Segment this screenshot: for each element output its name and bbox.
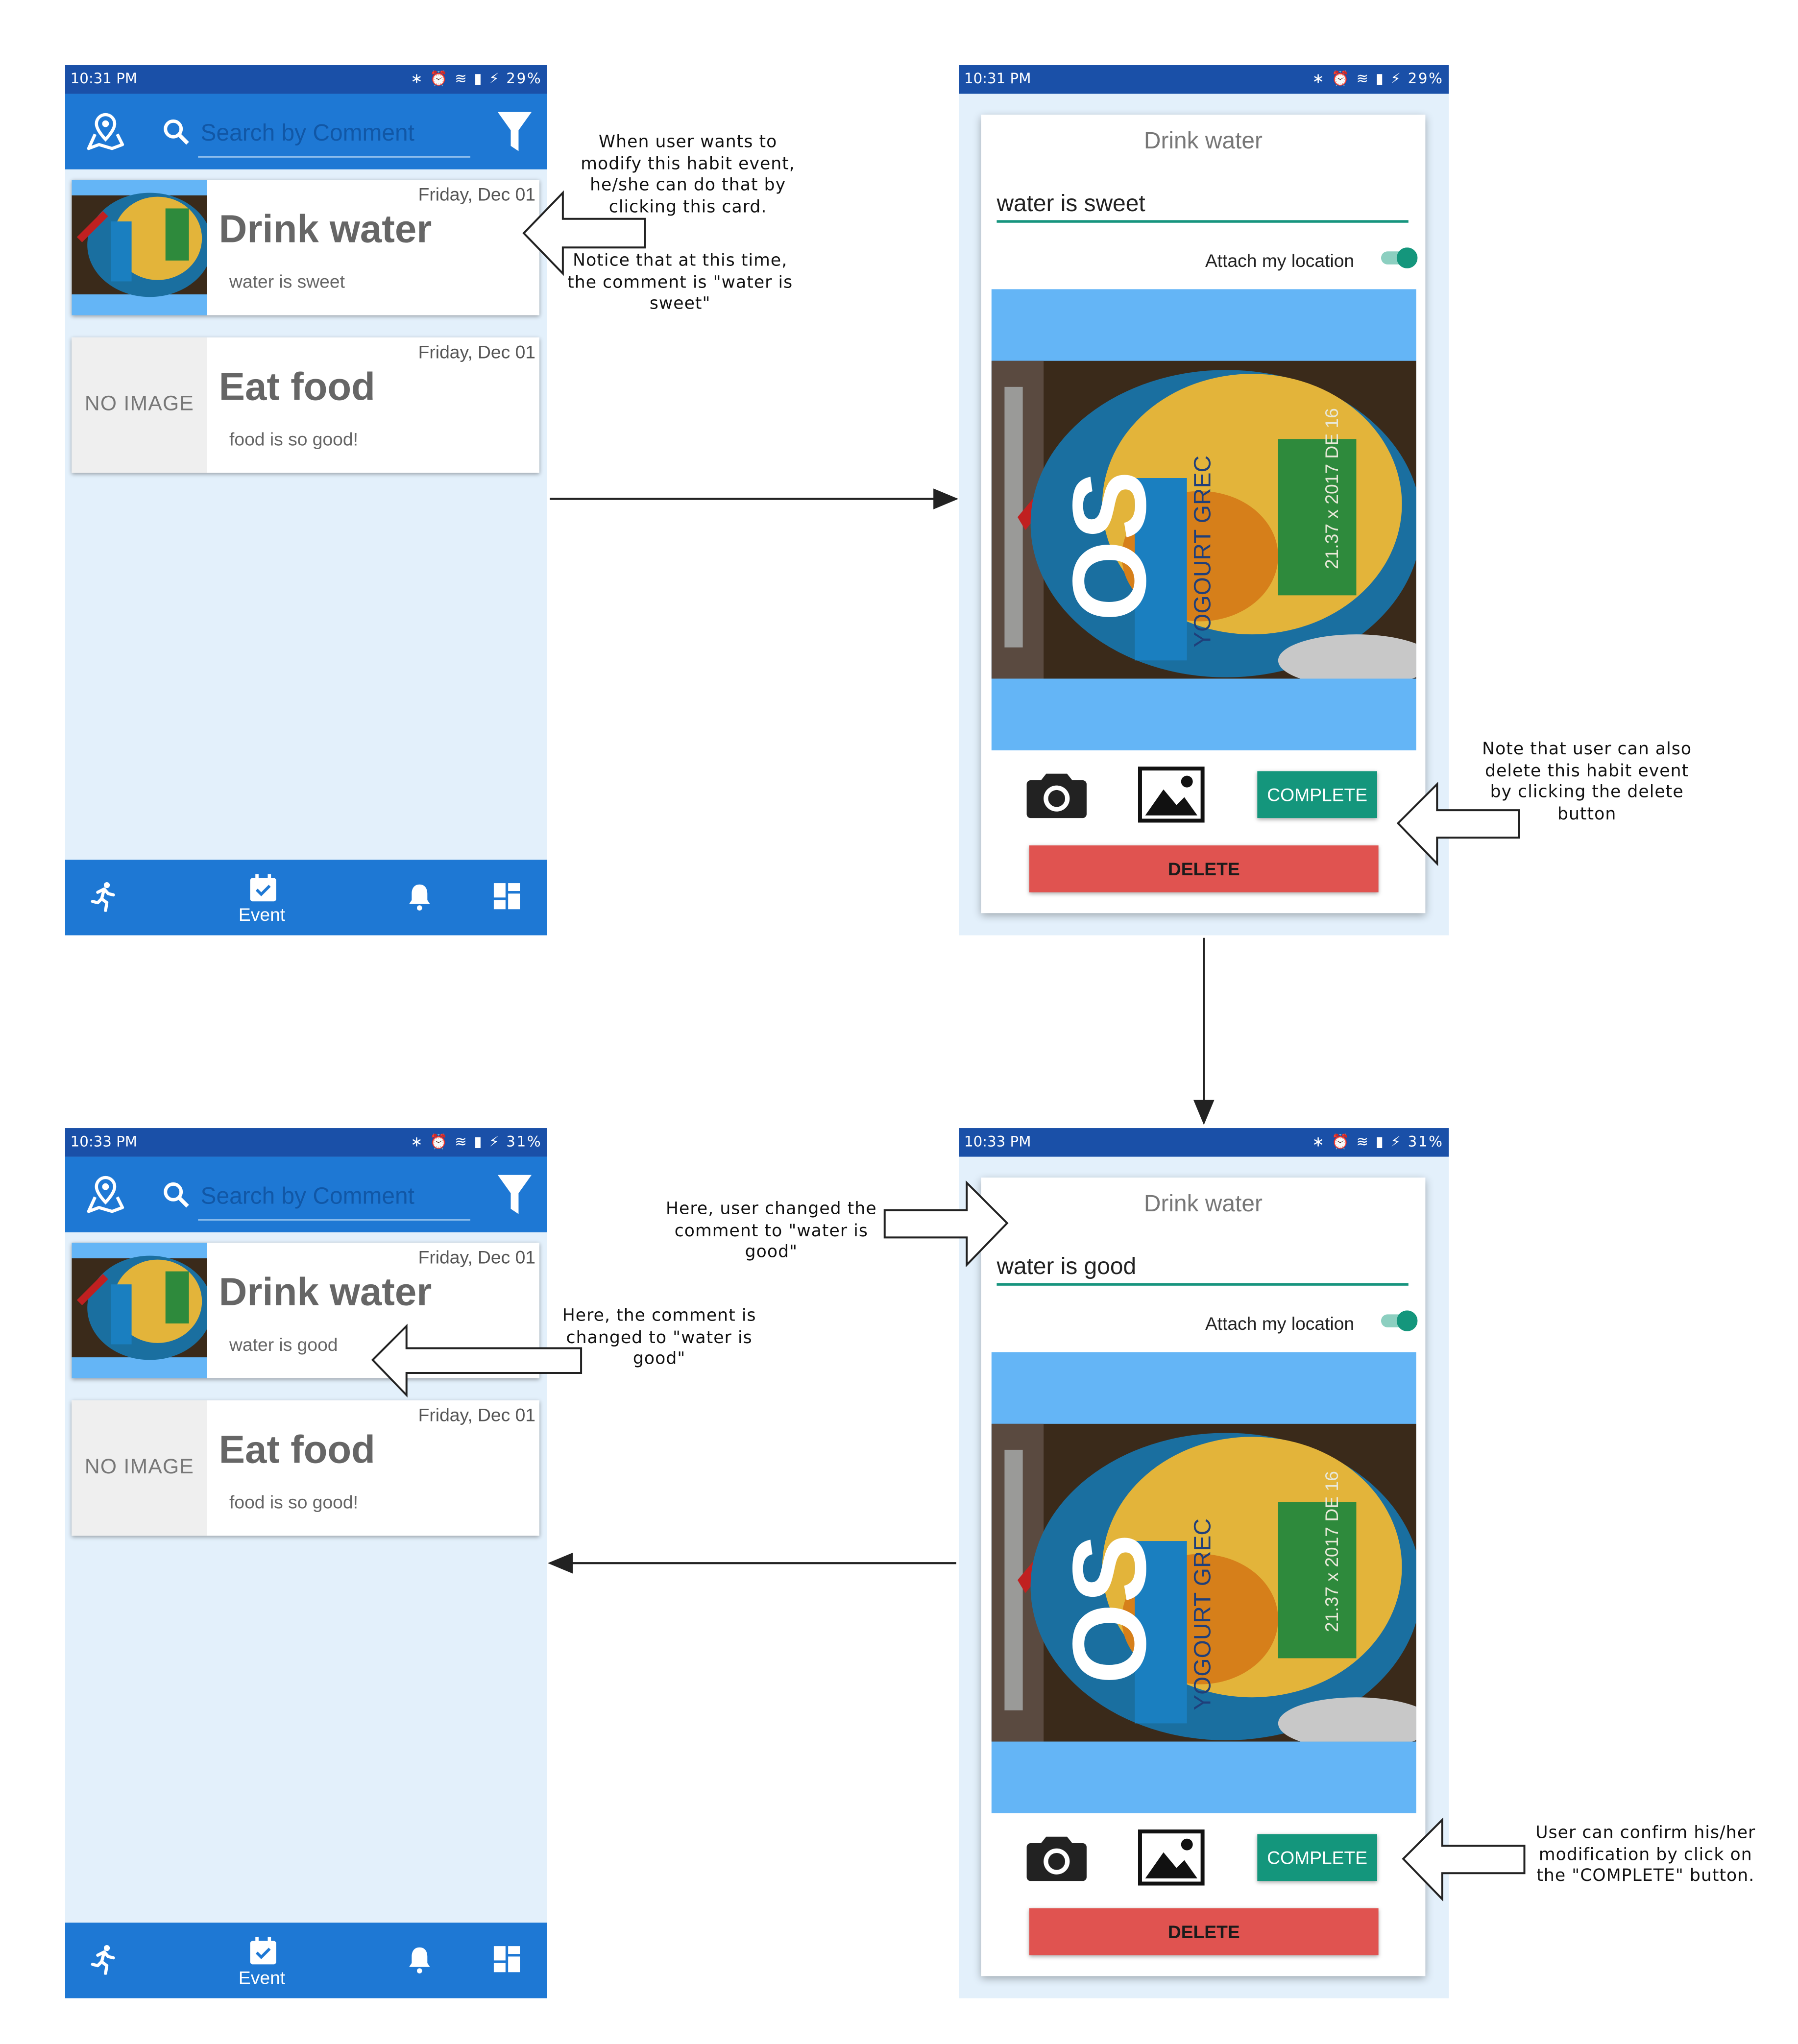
callout-arrow-complete: [1402, 1817, 1526, 1902]
note-modify: When user wants to modify this habit even…: [581, 133, 795, 217]
note-changed: Here, user changed the comment to "water …: [665, 1200, 877, 1262]
flow-arrows: [371, 190, 1526, 1902]
note-notice: Notice that at this time, the comment is …: [567, 251, 793, 314]
note-delete: Note that user can also delete this habit…: [1482, 740, 1692, 824]
note-confirm: User can confirm his/her modification by …: [1535, 1824, 1756, 1886]
note-result: Here, the comment is changed to "water is…: [562, 1306, 756, 1370]
